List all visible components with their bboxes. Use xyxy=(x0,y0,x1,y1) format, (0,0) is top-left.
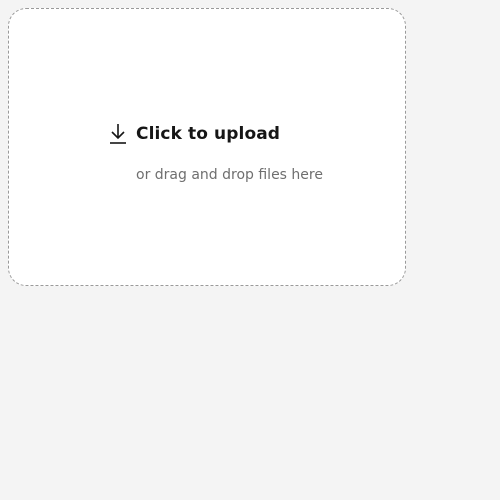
upload-prompt-row: Click to upload xyxy=(109,122,280,146)
upload-subtitle: or drag and drop files here xyxy=(136,167,323,183)
download-icon xyxy=(109,123,129,145)
upload-title: Click to upload xyxy=(136,124,281,144)
file-upload-dropzone[interactable]: Click to upload or drag and drop files h… xyxy=(8,8,406,286)
